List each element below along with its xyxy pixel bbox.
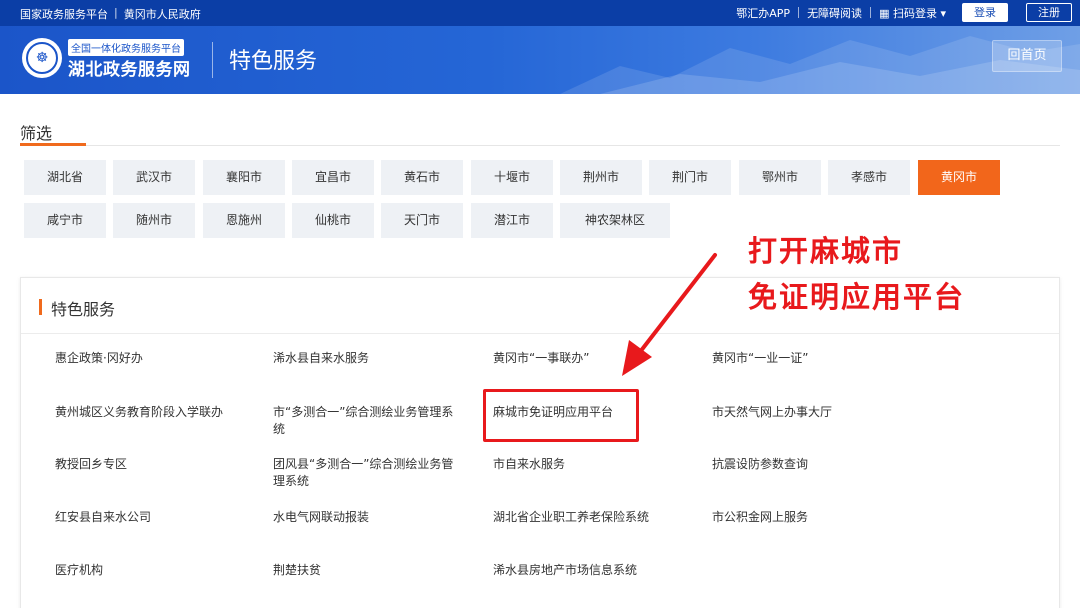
city-filter-item[interactable]: 湖北省 <box>24 160 106 195</box>
services-panel: 特色服务 <box>20 277 1060 608</box>
annotation-text: 打开麻城市 免证明应用平台 <box>748 228 965 320</box>
city-filter-item[interactable]: 武汉市 <box>113 160 195 195</box>
city-filter-item[interactable]: 黄石市 <box>381 160 463 195</box>
top-bar: 国家政务服务平台 | 黄冈市人民政府 鄂汇办APP 无障碍阅读 ▦ 扫码登录 ▾… <box>0 0 1080 26</box>
header-divider <box>212 42 213 78</box>
service-link[interactable]: 荆楚扶贫 <box>273 562 463 579</box>
city-filter-item[interactable]: 宜昌市 <box>292 160 374 195</box>
city-filter-item[interactable]: 神农架林区 <box>560 203 670 238</box>
section-marker <box>39 299 42 315</box>
city-filter-item[interactable]: 恩施州 <box>203 203 285 238</box>
qr-icon: ▦ <box>879 6 890 20</box>
service-link[interactable]: 市天然气网上办事大厅 <box>712 404 912 421</box>
service-link[interactable]: 红安县自来水公司 <box>55 509 255 526</box>
city-filter-item[interactable]: 荆州市 <box>560 160 642 195</box>
scan-login-label: 扫码登录 <box>892 6 937 20</box>
city-filter-item[interactable]: 孝感市 <box>828 160 910 195</box>
service-link[interactable]: 黄州城区义务教育阶段入学联办 <box>55 404 255 421</box>
register-button[interactable]: 注册 <box>1026 3 1072 22</box>
city-filter-item[interactable]: 随州市 <box>113 203 195 238</box>
service-link[interactable]: 医疗机构 <box>55 562 255 579</box>
filter-title: 筛选 <box>20 124 53 143</box>
filter-divider <box>20 145 1060 146</box>
app-link[interactable]: 鄂汇办APP <box>736 5 790 21</box>
home-button[interactable]: 回首页 <box>992 40 1062 72</box>
service-link[interactable]: 市自来水服务 <box>493 456 693 473</box>
annotation-line-2: 免证明应用平台 <box>748 280 966 314</box>
city-filter-item[interactable]: 仙桃市 <box>292 203 374 238</box>
service-link[interactable]: 湖北省企业职工养老保险系统 <box>493 509 693 526</box>
login-button[interactable]: 登录 <box>962 3 1008 22</box>
filter-title-underline <box>20 143 86 146</box>
service-link[interactable]: 惠企政策·冈好办 <box>55 350 255 367</box>
service-link[interactable]: 团风县“多测合一”综合测绘业务管理系统 <box>273 456 463 490</box>
national-platform-link[interactable]: 国家政务服务平台 <box>20 6 108 22</box>
service-link[interactable]: 抗震设防参数查询 <box>712 456 912 473</box>
service-link[interactable]: 市“多测合一”综合测绘业务管理系统 <box>273 404 463 438</box>
section-divider <box>21 333 1059 334</box>
accessible-reading-link[interactable]: 无障碍阅读 <box>807 5 862 21</box>
city-filter-item[interactable]: 咸宁市 <box>24 203 106 238</box>
annotation-line-1: 打开麻城市 <box>748 234 904 268</box>
brand-subtitle: 全国一体化政务服务平台 <box>68 39 184 56</box>
service-link[interactable]: 水电气网联动报装 <box>273 509 463 526</box>
divider <box>798 7 800 18</box>
divider <box>870 7 872 18</box>
huanggang-gov-link[interactable]: 黄冈市人民政府 <box>124 6 201 22</box>
city-filter-item[interactable]: 黄冈市 <box>918 160 1000 195</box>
city-filter-item[interactable]: 十堰市 <box>471 160 553 195</box>
service-link[interactable]: 市公积金网上服务 <box>712 509 912 526</box>
service-link[interactable]: 黄冈市“一业一证” <box>712 350 912 367</box>
brand-name: 湖北政务服务网 <box>68 60 191 80</box>
service-link[interactable]: 黄冈市“一事联办” <box>493 350 693 367</box>
section-title: 特色服务 <box>51 300 116 319</box>
service-link[interactable]: 浠水县自来水服务 <box>273 350 463 367</box>
service-link[interactable]: 教授回乡专区 <box>55 456 255 473</box>
page-title: 特色服务 <box>229 49 318 74</box>
caret-down-icon: ▾ <box>940 6 946 20</box>
site-header: ☸ 全国一体化政务服务平台 湖北政务服务网 特色服务 回首页 <box>0 26 1080 94</box>
scan-login-link[interactable]: ▦ 扫码登录 ▾ <box>879 5 946 21</box>
site-logo[interactable]: ☸ <box>22 38 62 78</box>
city-filter-item[interactable]: 潜江市 <box>471 203 553 238</box>
city-filter-item[interactable]: 天门市 <box>381 203 463 238</box>
emblem-icon: ☸ <box>26 42 58 74</box>
divider: | <box>114 6 118 19</box>
highlight-box <box>483 389 639 442</box>
city-filter-item[interactable]: 荆门市 <box>649 160 731 195</box>
service-link[interactable]: 浠水县房地产市场信息系统 <box>493 562 693 579</box>
city-filter-item[interactable]: 鄂州市 <box>739 160 821 195</box>
city-filter-item[interactable]: 襄阳市 <box>203 160 285 195</box>
